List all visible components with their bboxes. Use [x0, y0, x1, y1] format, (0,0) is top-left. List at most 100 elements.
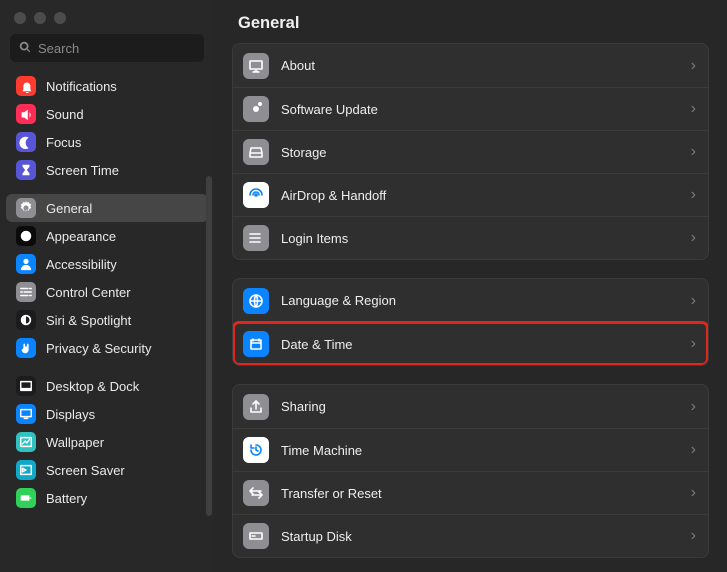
sidebar-item-displays[interactable]: Displays — [6, 400, 208, 428]
settings-row-transfer-or-reset[interactable]: Transfer or Reset › — [233, 471, 708, 514]
page-title: General — [238, 14, 707, 33]
sidebar-list: Notifications Sound Focus Screen Time Genera… — [0, 72, 214, 572]
globe-icon — [243, 288, 269, 314]
dock-icon — [16, 376, 36, 396]
sidebar-item-label: Accessibility — [46, 257, 117, 272]
sidebar-item-screen-saver[interactable]: Screen Saver — [6, 456, 208, 484]
settings-row-login-items[interactable]: Login Items › — [233, 216, 708, 259]
sidebar-item-label: Desktop & Dock — [46, 379, 139, 394]
settings-list: About›Software Update›Storage›AirDrop & … — [214, 43, 727, 572]
fullscreen-window-button[interactable] — [54, 12, 66, 24]
search-field[interactable] — [10, 34, 204, 62]
speaker-icon — [16, 104, 36, 124]
sidebar-item-label: Privacy & Security — [46, 341, 151, 356]
settings-group: Language & Region› Date & Time › — [232, 278, 709, 366]
clock-arrow-icon — [243, 437, 269, 463]
sidebar-item-label: Screen Saver — [46, 463, 125, 478]
settings-row-date-time[interactable]: Date & Time › — [233, 322, 708, 365]
sidebar-item-label: Control Center — [46, 285, 131, 300]
sidebar: Notifications Sound Focus Screen Time Genera… — [0, 0, 214, 572]
hand-icon — [16, 338, 36, 358]
chevron-right-icon: › — [691, 101, 696, 117]
calendar-icon — [243, 331, 269, 357]
chevron-right-icon: › — [691, 187, 696, 203]
settings-row-label: AirDrop & Handoff — [281, 188, 679, 203]
settings-row-label: Software Update — [281, 102, 679, 117]
sidebar-item-privacy-security[interactable]: Privacy & Security — [6, 334, 208, 362]
settings-row-sharing[interactable]: Sharing› — [233, 385, 708, 428]
sidebar-item-general[interactable]: General — [6, 194, 208, 222]
sidebar-item-label: Sound — [46, 107, 84, 122]
sidebar-item-accessibility[interactable]: Accessibility — [6, 250, 208, 278]
sidebar-item-wallpaper[interactable]: Wallpaper — [6, 428, 208, 456]
hourglass-icon — [16, 160, 36, 180]
sidebar-item-label: Siri & Spotlight — [46, 313, 131, 328]
display-icon — [16, 404, 36, 424]
chevron-right-icon: › — [691, 336, 696, 352]
share-icon — [243, 394, 269, 420]
sidebar-item-label: Notifications — [46, 79, 117, 94]
sidebar-item-sound[interactable]: Sound — [6, 100, 208, 128]
sidebar-item-battery[interactable]: Battery — [6, 484, 208, 512]
sidebar-item-label: Screen Time — [46, 163, 119, 178]
settings-row-label: Time Machine — [281, 443, 679, 458]
airdrop-icon — [243, 182, 269, 208]
settings-row-about[interactable]: About› — [233, 44, 708, 87]
ssd-icon — [243, 523, 269, 549]
settings-row-software-update[interactable]: Software Update › — [233, 87, 708, 130]
settings-row-label: Date & Time — [281, 337, 679, 352]
sidebar-item-label: Wallpaper — [46, 435, 104, 450]
sidebar-item-screen-time[interactable]: Screen Time — [6, 156, 208, 184]
arrows-icon — [243, 480, 269, 506]
chevron-right-icon: › — [691, 442, 696, 458]
sidebar-item-label: Displays — [46, 407, 95, 422]
contrast-icon — [16, 226, 36, 246]
imac-icon — [243, 53, 269, 79]
sidebar-item-notifications[interactable]: Notifications — [6, 72, 208, 100]
settings-row-label: Transfer or Reset — [281, 486, 679, 501]
chevron-right-icon: › — [691, 399, 696, 415]
chevron-right-icon: › — [691, 144, 696, 160]
battery-icon — [16, 488, 36, 508]
settings-group: Sharing›Time Machine›Transfer or Reset›S… — [232, 384, 709, 558]
sidebar-item-appearance[interactable]: Appearance — [6, 222, 208, 250]
settings-row-startup-disk[interactable]: Startup Disk › — [233, 514, 708, 557]
main-header: General — [214, 0, 727, 43]
settings-row-label: Storage — [281, 145, 679, 160]
chevron-right-icon: › — [691, 230, 696, 246]
settings-row-time-machine[interactable]: Time Machine › — [233, 428, 708, 471]
settings-row-label: Startup Disk — [281, 529, 679, 544]
scrollbar-thumb[interactable] — [206, 176, 212, 516]
sidebar-item-focus[interactable]: Focus — [6, 128, 208, 156]
sidebar-item-label: Appearance — [46, 229, 116, 244]
minimize-window-button[interactable] — [34, 12, 46, 24]
sidebar-item-control-center[interactable]: Control Center — [6, 278, 208, 306]
siri-icon — [16, 310, 36, 330]
settings-row-storage[interactable]: Storage › — [233, 130, 708, 173]
switches-icon — [16, 282, 36, 302]
chevron-right-icon: › — [691, 485, 696, 501]
photo-icon — [16, 432, 36, 452]
sidebar-item-label: General — [46, 201, 92, 216]
sidebar-item-desktop-dock[interactable]: Desktop & Dock — [6, 372, 208, 400]
chevron-right-icon: › — [691, 58, 696, 74]
screensaver-icon — [16, 460, 36, 480]
settings-group: About›Software Update›Storage›AirDrop & … — [232, 43, 709, 260]
settings-row-language-region[interactable]: Language & Region› — [233, 279, 708, 322]
bell-icon — [16, 76, 36, 96]
sidebar-item-siri-spotlight[interactable]: Siri & Spotlight — [6, 306, 208, 334]
moon-icon — [16, 132, 36, 152]
chevron-right-icon: › — [691, 528, 696, 544]
close-window-button[interactable] — [14, 12, 26, 24]
gear-icon — [16, 198, 36, 218]
gear-badge-icon — [243, 96, 269, 122]
window-controls — [0, 0, 214, 34]
search-input[interactable] — [38, 41, 214, 56]
drive-icon — [243, 139, 269, 165]
main-panel: General About›Software Update›Storage›Ai… — [214, 0, 727, 572]
sidebar-item-label: Battery — [46, 491, 87, 506]
person-icon — [16, 254, 36, 274]
settings-row-airdrop-handoff[interactable]: AirDrop & Handoff › — [233, 173, 708, 216]
settings-row-label: Login Items — [281, 231, 679, 246]
sidebar-item-label: Focus — [46, 135, 81, 150]
